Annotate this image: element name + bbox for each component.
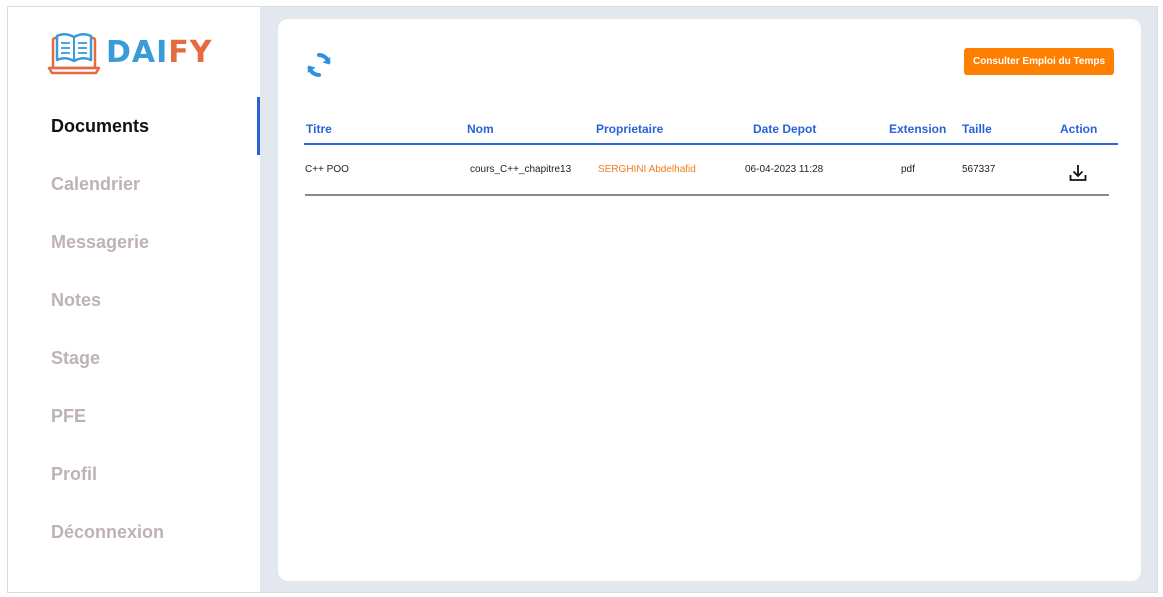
brand-logo[interactable]: DAIFY [47,27,213,79]
cell-titre: C++ POO [305,164,349,175]
cell-taille: 567337 [962,164,996,175]
cell-nom: cours_C++_chapitre13 [470,164,572,175]
sidebar-item-pfe[interactable]: PFE [8,387,260,445]
column-header-nom[interactable]: Nom [467,122,494,136]
download-icon[interactable] [1068,163,1088,183]
column-header-proprietaire[interactable]: Proprietaire [596,122,663,136]
header-divider [304,143,1118,145]
sidebar-item-notes[interactable]: Notes [8,271,260,329]
sidebar-item-deconnexion[interactable]: Déconnexion [8,503,260,561]
cell-extension: pdf [901,164,915,175]
main-area: Consulter Emploi du Temps Titre Nom Prop… [260,7,1157,592]
book-laptop-icon [47,33,101,75]
sidebar: DAIFY Documents Calendrier Messagerie No… [8,7,260,592]
sidebar-item-messagerie[interactable]: Messagerie [8,213,260,271]
sidebar-nav: Documents Calendrier Messagerie Notes St… [8,97,260,561]
sidebar-item-documents[interactable]: Documents [8,97,260,155]
brand-name-part-a: DAI [106,35,169,70]
sidebar-item-stage[interactable]: Stage [8,329,260,387]
consult-schedule-button[interactable]: Consulter Emploi du Temps [964,48,1114,75]
column-header-titre[interactable]: Titre [306,122,332,136]
sidebar-item-profil[interactable]: Profil [8,445,260,503]
row-divider [305,194,1109,196]
column-header-action: Action [1060,122,1098,136]
column-header-extension[interactable]: Extension [889,122,946,136]
refresh-icon[interactable] [306,52,332,78]
documents-card: Consulter Emploi du Temps Titre Nom Prop… [278,19,1141,581]
cell-proprietaire: SERGHINI Abdelhafid [598,164,696,175]
column-header-date-depot[interactable]: Date Depot [753,122,816,136]
brand-name-part-b: FY [168,35,213,70]
cell-date-depot: 06-04-2023 11:28 [745,164,824,175]
column-header-taille[interactable]: Taille [962,122,992,136]
sidebar-item-calendrier[interactable]: Calendrier [8,155,260,213]
brand-name: DAIFY [106,38,213,68]
